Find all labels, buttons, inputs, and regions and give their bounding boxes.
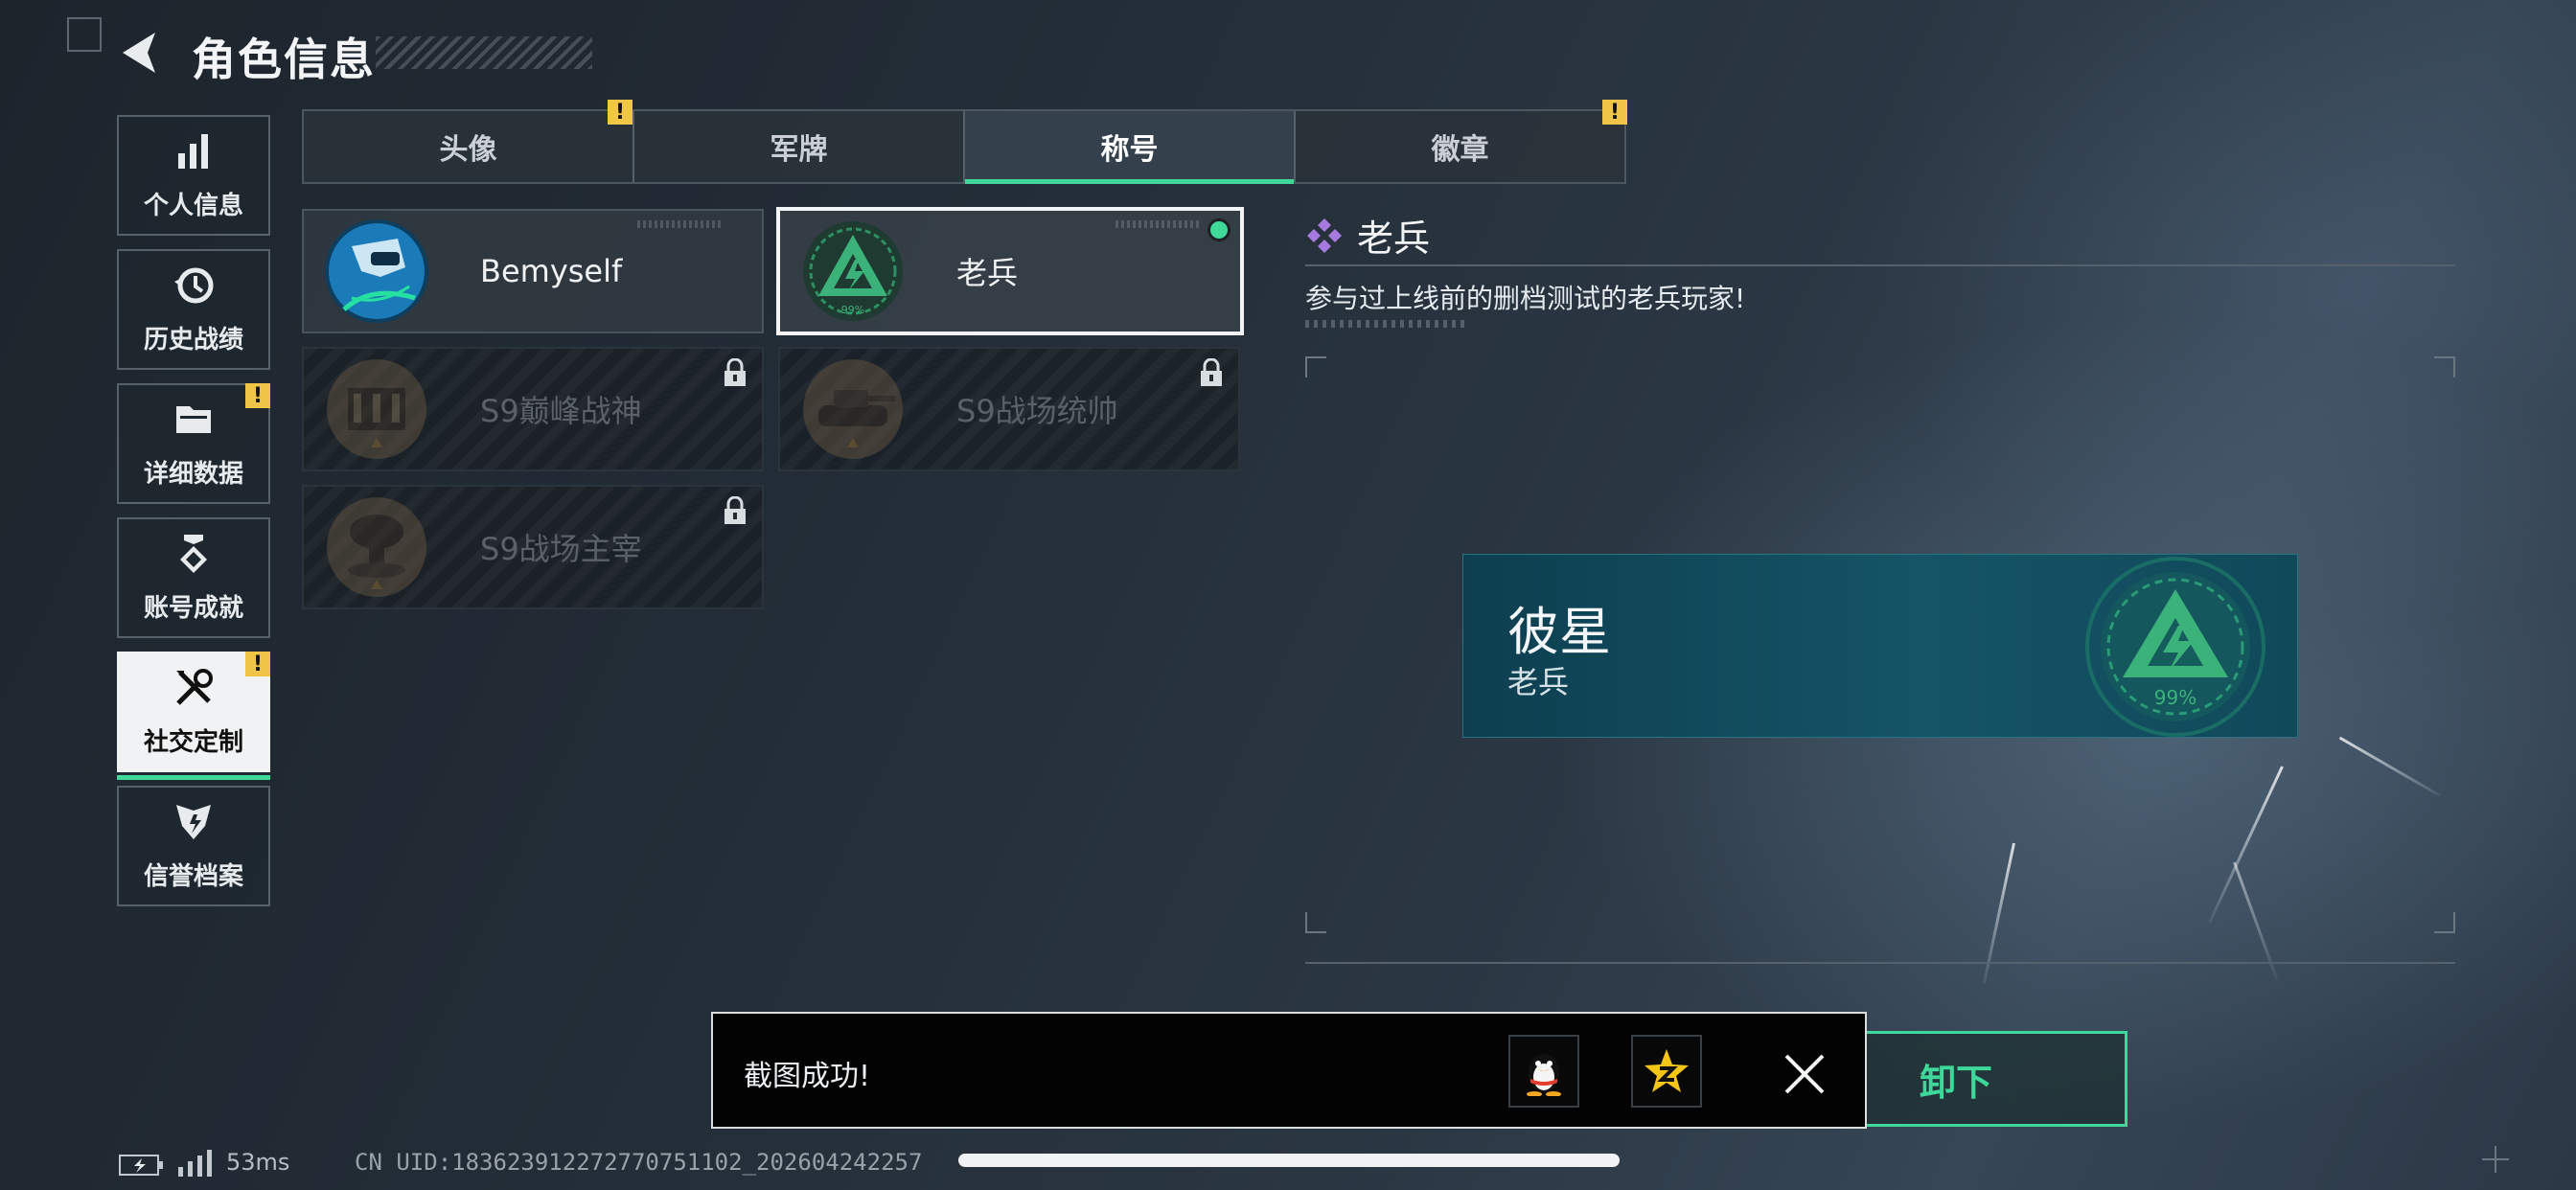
title-card-s9-commander[interactable]: S9战场统帅: [778, 347, 1240, 471]
preview-frame-corner: [2434, 912, 2455, 933]
tools-icon: [176, 668, 213, 705]
page-title: 角色信息: [192, 34, 376, 85]
title-card-name: S9战场统帅: [956, 393, 1118, 429]
latency-readout: 53ms: [226, 1149, 290, 1176]
sidebar-item-social-custom[interactable]: 社交定制 !: [117, 652, 270, 780]
sidebar-item-reputation[interactable]: 信誉档案: [117, 786, 270, 906]
svg-text:99%: 99%: [841, 304, 864, 316]
title-card-bemyself[interactable]: Bemyself: [302, 209, 764, 333]
tab-dogtag[interactable]: 军牌: [632, 111, 963, 182]
title-card-veteran[interactable]: 99% 老兵: [776, 207, 1244, 335]
tab-avatar[interactable]: 头像: [304, 111, 632, 182]
sidebar-item-detailed-data[interactable]: 详细数据 !: [117, 383, 270, 504]
nameplate-preview: 彼星 老兵 99%: [1462, 554, 2298, 738]
plus-icon: [2482, 1146, 2509, 1173]
unequip-button-label: 卸下: [1920, 1061, 1993, 1104]
detail-title-text: 老兵: [1357, 217, 1431, 260]
shield-icon: [176, 804, 211, 839]
divider: [1305, 962, 2455, 964]
home-indicator[interactable]: [958, 1154, 1620, 1167]
user-uid: CN UID:18362391227277075110​2_2026042422…: [355, 1149, 923, 1176]
sidebar-item-label: 详细数据: [143, 459, 243, 489]
share-qq-button[interactable]: [1508, 1035, 1579, 1108]
fortress-emblem: [327, 359, 426, 459]
qq-penguin-icon: [1527, 1054, 1561, 1096]
warning-badge: !: [245, 652, 270, 676]
purple-diamond-icon: [1307, 217, 1342, 253]
toast-message: 截图成功!: [744, 1060, 871, 1093]
card-decoration: [637, 220, 724, 228]
mushroom-cloud-emblem: [327, 497, 426, 597]
tab-bar: 头像 军牌 称号 徽章: [302, 109, 1626, 184]
tank-emblem: [803, 359, 903, 459]
sidebar-item-label: 历史战绩: [143, 325, 243, 355]
title-card-name: Bemyself: [480, 253, 623, 289]
signal-strength-icon: [178, 1150, 212, 1177]
preview-frame-corner: [1305, 356, 1326, 378]
corner-frame: [67, 17, 102, 52]
sidebar-item-achievements[interactable]: 账号成就: [117, 517, 270, 638]
sidebar-item-history[interactable]: 历史战绩: [117, 249, 270, 370]
veteran-triangle-emblem: 99%: [2085, 557, 2266, 737]
bemyself-avatar-emblem: [325, 219, 428, 323]
tab-badge[interactable]: 徽章: [1294, 111, 1624, 182]
title-card-name: 老兵: [956, 255, 1019, 291]
lock-icon: [1201, 358, 1222, 386]
title-decoration: [376, 36, 592, 69]
screenshot-toast: 截图成功!: [711, 1012, 1867, 1129]
lock-icon: [724, 358, 746, 386]
equipped-indicator: [1208, 218, 1230, 241]
close-icon[interactable]: [1782, 1052, 1827, 1096]
history-clock-icon: [174, 267, 214, 303]
title-card-s9-dominator[interactable]: S9战场主宰: [302, 485, 764, 609]
detail-title: 老兵: [1305, 209, 1430, 262]
preview-frame-corner: [1305, 912, 1326, 933]
qzone-star-icon: [1644, 1049, 1689, 1092]
back-arrow-icon[interactable]: [117, 29, 165, 77]
bar-chart-icon: [178, 133, 208, 169]
sidebar-item-label: 信誉档案: [143, 861, 243, 891]
lock-icon: [724, 496, 746, 524]
card-decoration: [1116, 220, 1202, 228]
warning-badge: !: [608, 100, 632, 125]
tab-title[interactable]: 称号: [963, 111, 1294, 184]
nameplate-player-name: 彼星: [1507, 602, 1611, 662]
tab-label: 称号: [1100, 133, 1159, 167]
tab-label: 头像: [439, 133, 497, 167]
title-card-name: S9战场主宰: [480, 531, 642, 567]
sidebar-item-label: 账号成就: [143, 593, 243, 623]
share-qzone-button[interactable]: [1631, 1035, 1702, 1108]
lightning-streak: [2338, 736, 2441, 797]
emblem-percent: 99%: [2154, 686, 2196, 709]
sidebar-item-profile[interactable]: 个人信息: [117, 115, 270, 236]
tab-label: 徽章: [1431, 133, 1489, 167]
title-card-s9-peak-god[interactable]: S9巅峰战神: [302, 347, 764, 471]
detail-decoration: [1305, 320, 1468, 328]
warning-badge: !: [1602, 100, 1627, 125]
title-card-name: S9巅峰战神: [480, 393, 642, 429]
battery-charging-icon: [119, 1155, 163, 1176]
folder-icon: [176, 405, 211, 433]
tab-label: 军牌: [770, 133, 828, 167]
sidebar-item-label: 个人信息: [143, 191, 243, 220]
veteran-triangle-emblem: 99%: [803, 221, 903, 321]
nameplate-title: 老兵: [1507, 664, 1570, 700]
warning-badge: !: [245, 383, 270, 408]
detail-description: 参与过上线前的删档测试的老兵玩家!: [1305, 283, 1746, 314]
medal-icon: [180, 534, 207, 573]
sidebar-item-label: 社交定制: [143, 727, 243, 757]
divider: [1305, 264, 2455, 266]
preview-frame-corner: [2434, 356, 2455, 378]
